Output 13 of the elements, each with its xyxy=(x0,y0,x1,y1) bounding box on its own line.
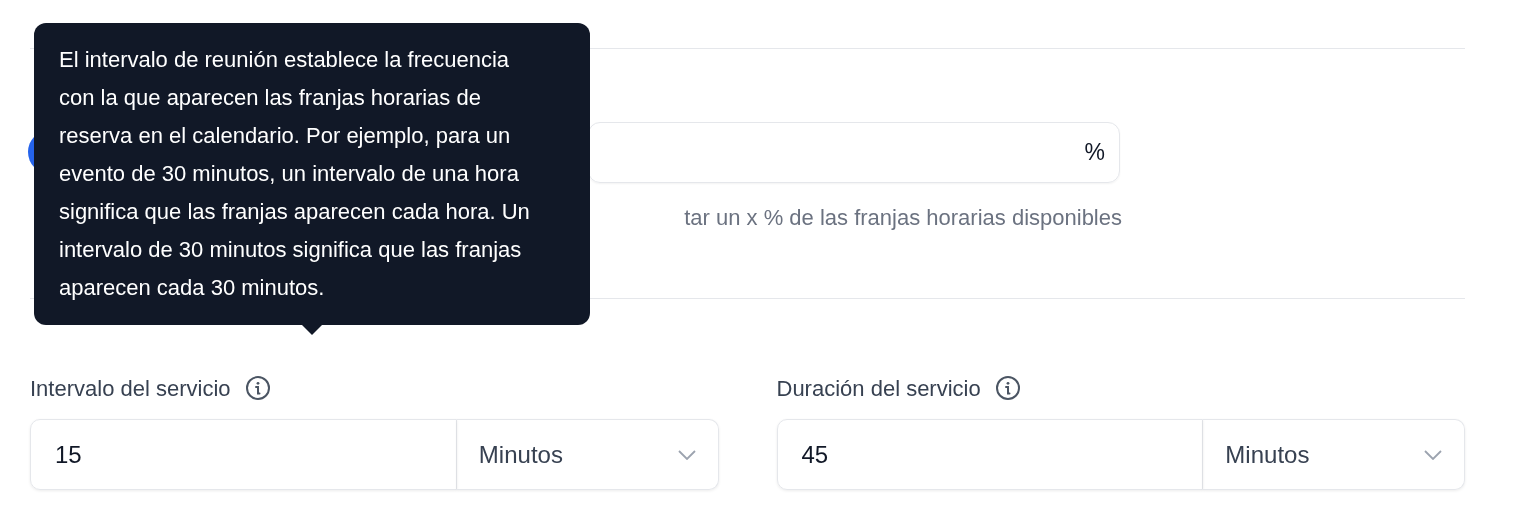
tooltip-text: El intervalo de reunión establece la frecuencia con la que aparecen las franjas horarias de reserva en el calendario. Por ejemplo, para un evento de 30 minutos, un intervalo de una hora significa que las franjas aparecen cada hora. Un intervalo de 30 minutos significa que las franjas aparecen cada 30 minutos. xyxy=(59,47,530,300)
info-icon[interactable] xyxy=(244,375,271,401)
chevron-down-icon xyxy=(1424,449,1442,460)
field-label: Duración del servicio xyxy=(776,374,981,403)
chevron-down-icon xyxy=(677,449,696,460)
field-label: Intervalo del servicio xyxy=(30,374,231,403)
number-input[interactable]: 15 xyxy=(30,419,457,490)
helper-text: tar un x % de las franjas horarias disponibles xyxy=(683,204,1122,232)
number-input[interactable]: 45 xyxy=(776,419,1204,490)
unit-dropdown[interactable]: Minutos xyxy=(456,419,719,490)
percent-suffix: % xyxy=(1084,138,1105,168)
unit-dropdown[interactable]: Minutos xyxy=(1203,419,1465,490)
info-icon[interactable] xyxy=(994,375,1021,401)
